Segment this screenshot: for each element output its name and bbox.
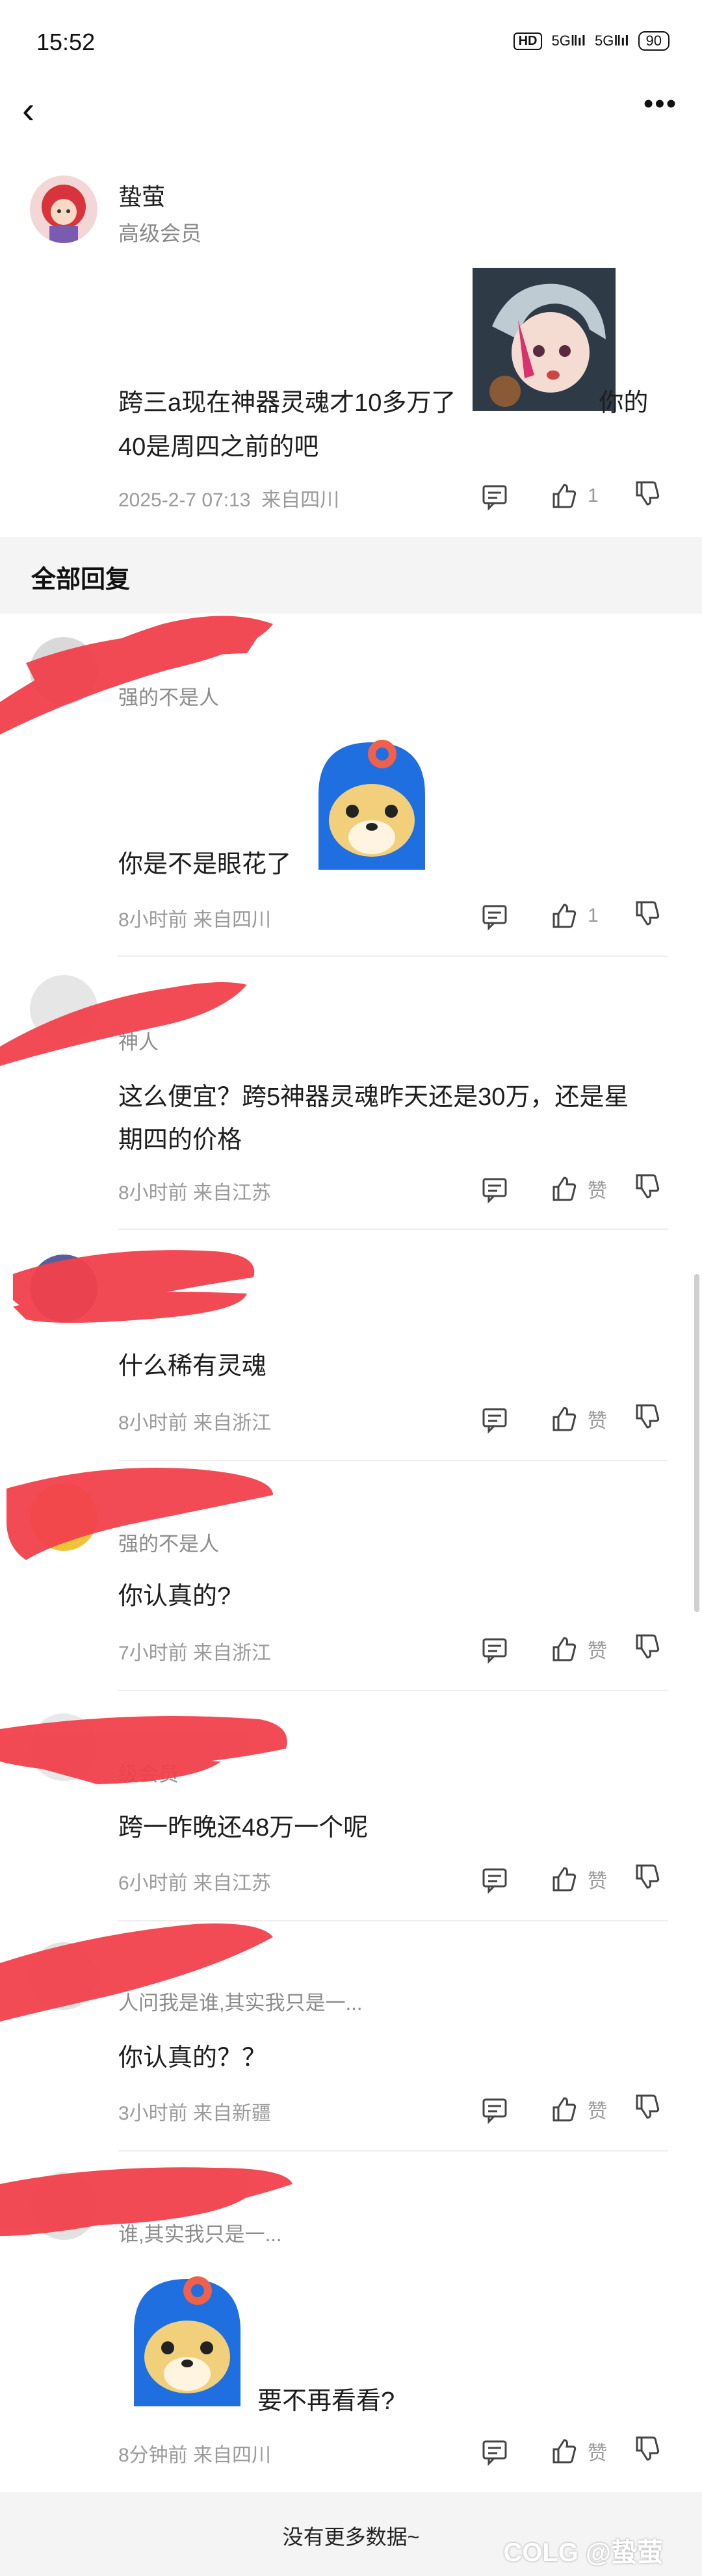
reply-text: 你认真的？？ xyxy=(118,2044,267,2072)
author-level: 高级会员 xyxy=(118,222,202,245)
reply-meta: 7小时前 来自浙江 xyxy=(118,1643,272,1664)
thumb-up-icon xyxy=(552,1867,577,1892)
like-button[interactable]: 赞 xyxy=(549,1634,607,1664)
like-button[interactable]: 赞 xyxy=(549,1864,607,1894)
avatar[interactable] xyxy=(30,975,98,1043)
thumb-down-icon[interactable] xyxy=(632,1632,662,1667)
avatar[interactable] xyxy=(30,1483,98,1551)
comment-icon[interactable] xyxy=(480,901,510,931)
reply-level: 谁,其实我只是一... xyxy=(118,2223,282,2246)
reply-level: 神人 xyxy=(118,1031,159,1054)
watermark: COLG @蛰萤 xyxy=(503,2538,663,2567)
divider xyxy=(118,1229,668,1230)
back-icon[interactable]: ‹ xyxy=(22,91,61,130)
avatar[interactable] xyxy=(30,176,98,243)
thumb-up-icon xyxy=(552,2439,577,2464)
divider xyxy=(118,1690,668,1691)
reply-meta: 6小时前 来自江苏 xyxy=(118,1873,272,1894)
more-dots-icon[interactable]: ••• xyxy=(634,90,686,130)
thumb-up-icon xyxy=(552,1637,577,1661)
divider xyxy=(118,2150,668,2152)
battery-icon: 90 xyxy=(638,31,670,51)
reply-actions: 赞 xyxy=(480,1862,662,1897)
divider xyxy=(118,956,668,957)
reply-text-line-2: 期四的价格 xyxy=(118,1126,242,1154)
author-name[interactable]: 蛰萤 xyxy=(118,178,165,212)
thumb-up-icon xyxy=(552,2097,577,2122)
signal-2: 5G‖ıl xyxy=(594,33,629,49)
scrollbar[interactable] xyxy=(694,1274,699,1612)
like-button[interactable]: 1 xyxy=(549,901,607,931)
avatar[interactable] xyxy=(30,2172,98,2240)
thumb-up-icon xyxy=(552,904,577,928)
thumb-up-icon xyxy=(552,1177,577,1201)
reply-level: 级会员 xyxy=(118,1763,179,1786)
avatar[interactable] xyxy=(30,637,98,705)
reply-level: 强的不是人 xyxy=(118,1533,219,1555)
thumb-down-icon[interactable] xyxy=(632,2434,662,2469)
reply-text: 什么稀有灵魂 xyxy=(118,1353,267,1380)
avatar[interactable] xyxy=(30,1255,98,1322)
thumb-up-icon xyxy=(552,1407,577,1431)
reply-text: 你是不是眼花了 xyxy=(118,851,292,878)
hd-badge: HD xyxy=(513,32,543,50)
like-button[interactable]: 赞 xyxy=(549,1404,607,1434)
reply-text: 跨一昨晚还48万一个呢 xyxy=(118,1814,369,1841)
reply-actions: 赞 xyxy=(480,1171,662,1206)
section-title: 全部回复 xyxy=(31,566,131,593)
thumb-down-icon[interactable] xyxy=(632,478,662,514)
comment-icon[interactable] xyxy=(480,1634,510,1664)
avatar[interactable] xyxy=(30,1942,98,2010)
status-icons: HD 5G‖ıl 5G‖ıl 90 xyxy=(513,31,670,51)
post-text-line-1: 跨三a现在神器灵魂才10多万了 你的 xyxy=(118,389,649,417)
reply-text: 你认真的? xyxy=(118,1583,231,1610)
thumb-down-icon[interactable] xyxy=(632,1171,662,1206)
like-button[interactable]: 赞 xyxy=(549,1174,607,1204)
thumb-down-icon[interactable] xyxy=(632,1862,662,1897)
reply-sticker-image[interactable] xyxy=(306,736,438,870)
comment-icon[interactable] xyxy=(480,2436,510,2466)
reply-actions: 赞 xyxy=(480,1632,662,1667)
reply-level: 人问我是谁,其实我只是一... xyxy=(118,1992,363,2014)
thumb-up-icon xyxy=(552,484,577,508)
reply-actions: 赞 xyxy=(480,1401,662,1437)
divider xyxy=(118,1920,668,1921)
avatar[interactable] xyxy=(30,1713,98,1781)
comment-icon[interactable] xyxy=(480,1174,510,1204)
divider xyxy=(118,1460,668,1461)
comment-icon[interactable] xyxy=(480,1864,510,1894)
thumb-down-icon[interactable] xyxy=(632,898,662,933)
reply-actions: 赞 xyxy=(480,2092,662,2127)
like-button[interactable]: 赞 xyxy=(549,2436,607,2466)
comment-icon[interactable] xyxy=(480,2094,510,2124)
thumb-down-icon[interactable] xyxy=(632,2092,662,2127)
status-time: 15:52 xyxy=(36,29,96,55)
signal-1: 5G‖ıl xyxy=(551,33,586,49)
reply-text: 要不再看看? xyxy=(257,2387,395,2415)
like-button[interactable]: 赞 xyxy=(549,2094,607,2124)
comment-icon[interactable] xyxy=(480,1404,510,1434)
comment-icon[interactable] xyxy=(480,481,510,511)
like-button[interactable]: 1 xyxy=(549,481,607,511)
reply-meta: 8小时前 来自江苏 xyxy=(118,1182,272,1204)
reply-meta: 8小时前 来自四川 xyxy=(118,909,272,931)
reply-sticker-image[interactable] xyxy=(121,2272,254,2406)
reply-meta: 3小时前 来自新疆 xyxy=(118,2103,272,2124)
reply-actions: 1 xyxy=(480,898,662,933)
post-text-line-2: 40是周四之前的吧 xyxy=(118,434,319,461)
reply-meta: 8小时前 来自浙江 xyxy=(118,1412,272,1434)
reply-text-line-1: 这么便宜？跨5神器灵魂昨天还是30万，还是星 xyxy=(118,1084,629,1111)
thumb-down-icon[interactable] xyxy=(632,1401,662,1437)
post-meta: 2025-2-7 07:13 来自四川 xyxy=(118,489,340,511)
reply-actions: 赞 xyxy=(480,2434,662,2469)
reply-level: 强的不是人 xyxy=(118,686,219,709)
post-actions: 1 xyxy=(480,478,662,514)
reply-meta: 8分钟前 来自四川 xyxy=(118,2445,272,2466)
